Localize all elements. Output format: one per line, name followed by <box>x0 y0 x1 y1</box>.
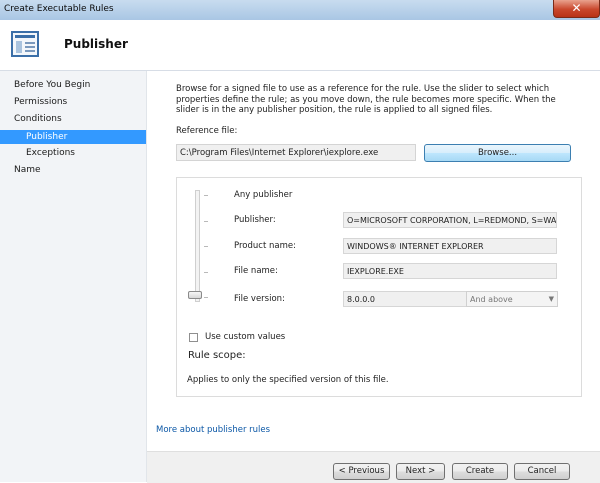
rule-scope-label: Rule scope: <box>188 350 246 361</box>
slider-tick <box>204 195 208 196</box>
page-title: Publisher <box>64 37 128 51</box>
version-comparison-value: And above <box>470 295 513 304</box>
reference-file-field: C:\Program Files\Internet Explorer\iexpl… <box>176 144 416 161</box>
window-title: Create Executable Rules <box>4 4 114 14</box>
previous-button[interactable]: < Previous <box>333 463 390 480</box>
more-about-publisher-rules-link[interactable]: More about publisher rules <box>156 425 270 435</box>
wizard-steps-nav: Before You Begin Permissions Conditions … <box>0 71 147 482</box>
nav-item-before-you-begin[interactable]: Before You Begin <box>14 80 90 90</box>
nav-item-conditions[interactable]: Conditions <box>14 114 62 124</box>
publisher-field: O=MICROSOFT CORPORATION, L=REDMOND, S=WA… <box>343 212 557 228</box>
slider-tick <box>204 272 208 273</box>
nav-item-exceptions[interactable]: Exceptions <box>26 148 75 158</box>
any-publisher-label: Any publisher <box>234 190 293 200</box>
browse-button[interactable]: Browse... <box>424 144 571 162</box>
reference-file-label: Reference file: <box>176 126 238 136</box>
file-name-field: IEXPLORE.EXE <box>343 263 557 279</box>
close-button[interactable]: ✕ <box>553 0 600 18</box>
file-version-label: File version: <box>234 294 285 304</box>
use-custom-values-checkbox[interactable] <box>189 333 198 342</box>
next-button[interactable]: Next > <box>396 463 445 480</box>
slider-tick <box>204 246 208 247</box>
description-text: Browse for a signed file to use as a ref… <box>176 84 556 115</box>
rule-scope-text: Applies to only the specified version of… <box>187 375 389 385</box>
rule-properties-panel: Any publisher Publisher: O=MICROSOFT COR… <box>176 177 582 397</box>
specificity-slider-track[interactable] <box>195 190 200 302</box>
wizard-header: Publisher <box>0 20 600 71</box>
specificity-slider-thumb[interactable] <box>188 291 202 299</box>
nav-item-permissions[interactable]: Permissions <box>14 97 67 107</box>
title-bar: Create Executable Rules ✕ <box>0 0 600 21</box>
slider-tick <box>204 297 208 298</box>
main-panel: Browse for a signed file to use as a ref… <box>147 71 600 483</box>
use-custom-values-label[interactable]: Use custom values <box>205 332 285 342</box>
nav-item-publisher[interactable]: Publisher <box>0 130 146 144</box>
chevron-down-icon: ▼ <box>548 295 554 303</box>
version-comparison-select[interactable]: And above ▼ <box>466 291 558 307</box>
wizard-footer: < Previous Next > Create Cancel <box>147 451 600 483</box>
file-name-label: File name: <box>234 266 278 276</box>
create-button[interactable]: Create <box>452 463 508 480</box>
product-name-field: WINDOWS® INTERNET EXPLORER <box>343 238 557 254</box>
rule-list-icon <box>11 31 39 57</box>
nav-item-name[interactable]: Name <box>14 165 41 175</box>
slider-tick <box>204 221 208 222</box>
file-version-field[interactable]: 8.0.0.0 <box>343 291 468 307</box>
publisher-label: Publisher: <box>234 215 276 225</box>
product-name-label: Product name: <box>234 241 296 251</box>
cancel-button[interactable]: Cancel <box>514 463 570 480</box>
